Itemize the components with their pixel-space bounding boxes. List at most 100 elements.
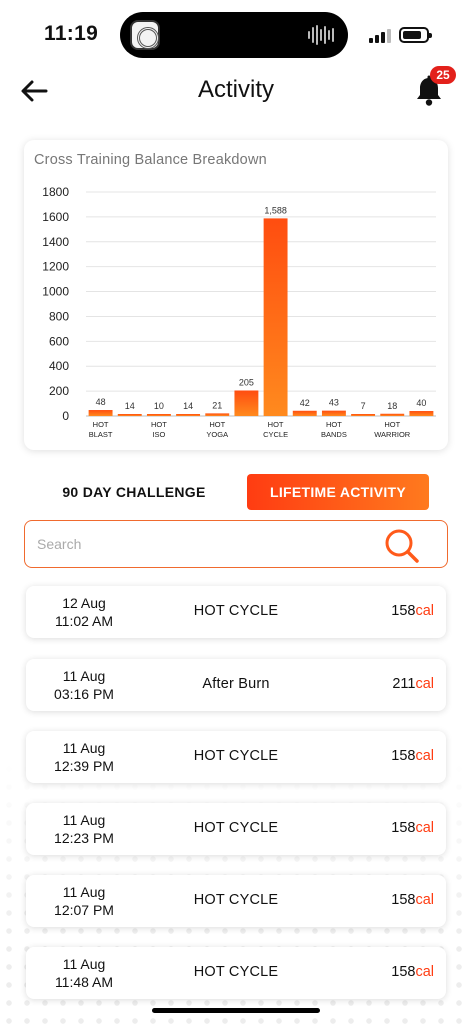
activity-name: HOT CYCLE xyxy=(193,892,279,908)
bar-value-label: 43 xyxy=(329,398,339,408)
y-tick-label: 800 xyxy=(49,309,69,323)
calories-value: 211 xyxy=(392,676,416,692)
activity-row[interactable]: 11 Aug 12:07 PM HOT CYCLE 158cal xyxy=(26,875,446,927)
y-tick-label: 200 xyxy=(49,384,69,398)
y-tick-label: 1600 xyxy=(42,210,69,224)
battery-icon xyxy=(399,27,432,43)
status-time: 11:19 xyxy=(44,22,99,45)
chart-bar xyxy=(117,414,142,416)
activity-day: 12 Aug xyxy=(62,595,106,611)
chart-bar xyxy=(321,410,346,416)
bar-value-label: 18 xyxy=(387,401,397,411)
chart-bar xyxy=(351,414,376,416)
calories-value: 158 xyxy=(391,603,416,619)
y-tick-label: 1400 xyxy=(42,235,69,249)
activity-date: 11 Aug 12:23 PM xyxy=(26,811,142,847)
chart-bar xyxy=(234,390,259,416)
page-title: Activity xyxy=(197,76,274,103)
calories-value: 158 xyxy=(391,964,416,980)
activity-name: After Burn xyxy=(202,676,270,692)
activity-date: 11 Aug 12:07 PM xyxy=(26,883,142,919)
search-input[interactable] xyxy=(37,533,367,555)
x-tick-label: BANDS xyxy=(321,430,347,439)
chart-bar xyxy=(263,218,288,416)
status-bar: 11:19 xyxy=(0,0,472,60)
x-tick-label: WARRIOR xyxy=(374,430,411,439)
y-tick-label: 1200 xyxy=(42,260,69,274)
x-tick-label: HOT xyxy=(151,420,167,429)
activity-calories: 158cal xyxy=(391,603,434,619)
calories-unit: cal xyxy=(415,603,434,619)
x-tick-label: HOT xyxy=(209,420,225,429)
search-box[interactable] xyxy=(24,520,448,568)
tab-90-day-challenge[interactable]: 90 DAY CHALLENGE xyxy=(42,474,226,510)
activity-name: HOT CYCLE xyxy=(193,964,279,980)
activity-day: 11 Aug xyxy=(62,740,106,756)
x-tick-label: HOT xyxy=(268,420,284,429)
activity-row[interactable]: 11 Aug 11:48 AM HOT CYCLE 158cal xyxy=(26,947,446,999)
calories-value: 158 xyxy=(391,820,416,836)
x-tick-label: CYCLE xyxy=(263,430,288,439)
activity-date: 11 Aug 11:48 AM xyxy=(26,955,142,991)
activity-name: HOT CYCLE xyxy=(193,748,279,764)
activity-time: 11:48 AM xyxy=(54,974,114,990)
notification-badge: 25 xyxy=(430,66,456,84)
bar-value-label: 40 xyxy=(416,398,426,408)
bar-value-label: 21 xyxy=(212,400,222,410)
x-tick-label: BLAST xyxy=(89,430,113,439)
activity-date: 11 Aug 12:39 PM xyxy=(26,739,142,775)
chart-bar xyxy=(409,411,434,416)
activity-time: 11:02 AM xyxy=(54,613,114,629)
activity-date: 11 Aug 03:16 PM xyxy=(26,667,142,703)
activity-time: 12:07 PM xyxy=(54,902,114,918)
calories-value: 158 xyxy=(391,892,416,908)
x-tick-label: HOT xyxy=(93,420,109,429)
chart-card: Cross Training Balance Breakdown 0 200 400… xyxy=(24,140,448,450)
activity-time: 12:23 PM xyxy=(54,830,114,846)
chart-bar xyxy=(88,410,113,416)
x-tick-label: HOT xyxy=(384,420,400,429)
bar-value-label: 10 xyxy=(154,401,164,411)
x-tick-label: ISO xyxy=(152,430,165,439)
activity-time: 12:39 PM xyxy=(54,758,114,774)
y-tick-label: 0 xyxy=(62,409,69,423)
chart-bar xyxy=(380,413,405,416)
activity-day: 11 Aug xyxy=(62,956,106,972)
bar-value-label: 48 xyxy=(96,397,106,407)
activity-calories: 158cal xyxy=(391,964,434,980)
x-tick-label: HOT xyxy=(326,420,342,429)
activity-calories: 211cal xyxy=(392,676,434,692)
tab-lifetime-activity[interactable]: LIFETIME ACTIVITY xyxy=(247,474,429,510)
y-tick-label: 600 xyxy=(49,334,69,348)
activity-row[interactable]: 11 Aug 12:39 PM HOT CYCLE 158cal xyxy=(26,731,446,783)
activity-calories: 158cal xyxy=(391,820,434,836)
bar-value-label: 7 xyxy=(361,401,366,411)
search-icon[interactable] xyxy=(383,527,421,565)
bar-value-label: 14 xyxy=(125,401,135,411)
bar-value-label: 1,588 xyxy=(264,205,287,215)
home-indicator[interactable] xyxy=(152,1008,320,1013)
calories-unit: cal xyxy=(415,892,434,908)
now-playing-app-icon xyxy=(130,20,160,50)
activity-day: 11 Aug xyxy=(62,668,106,684)
calories-value: 158 xyxy=(391,748,416,764)
y-tick-label: 1000 xyxy=(42,285,69,299)
activity-time: 03:16 PM xyxy=(54,686,114,702)
calories-unit: cal xyxy=(415,964,434,980)
activity-calories: 158cal xyxy=(391,892,434,908)
activity-row[interactable]: 11 Aug 03:16 PM After Burn 211cal xyxy=(26,659,446,711)
bar-chart: 02004006008001000120014001600180048HOTBL… xyxy=(42,185,436,439)
activity-name: HOT CYCLE xyxy=(193,820,279,836)
cellular-signal-icon xyxy=(369,29,391,43)
activity-row[interactable]: 11 Aug 12:23 PM HOT CYCLE 158cal xyxy=(26,803,446,855)
calories-unit: cal xyxy=(415,748,434,764)
chart-bar xyxy=(176,414,201,416)
activity-row[interactable]: 12 Aug 11:02 AM HOT CYCLE 158cal xyxy=(26,586,446,638)
chart-bar xyxy=(205,413,230,416)
chart-bar xyxy=(146,414,171,416)
calories-unit: cal xyxy=(415,820,434,836)
x-tick-label: YOGA xyxy=(206,430,228,439)
bar-value-label: 14 xyxy=(183,401,193,411)
activity-name: HOT CYCLE xyxy=(193,603,279,619)
chart-bar xyxy=(292,410,317,416)
